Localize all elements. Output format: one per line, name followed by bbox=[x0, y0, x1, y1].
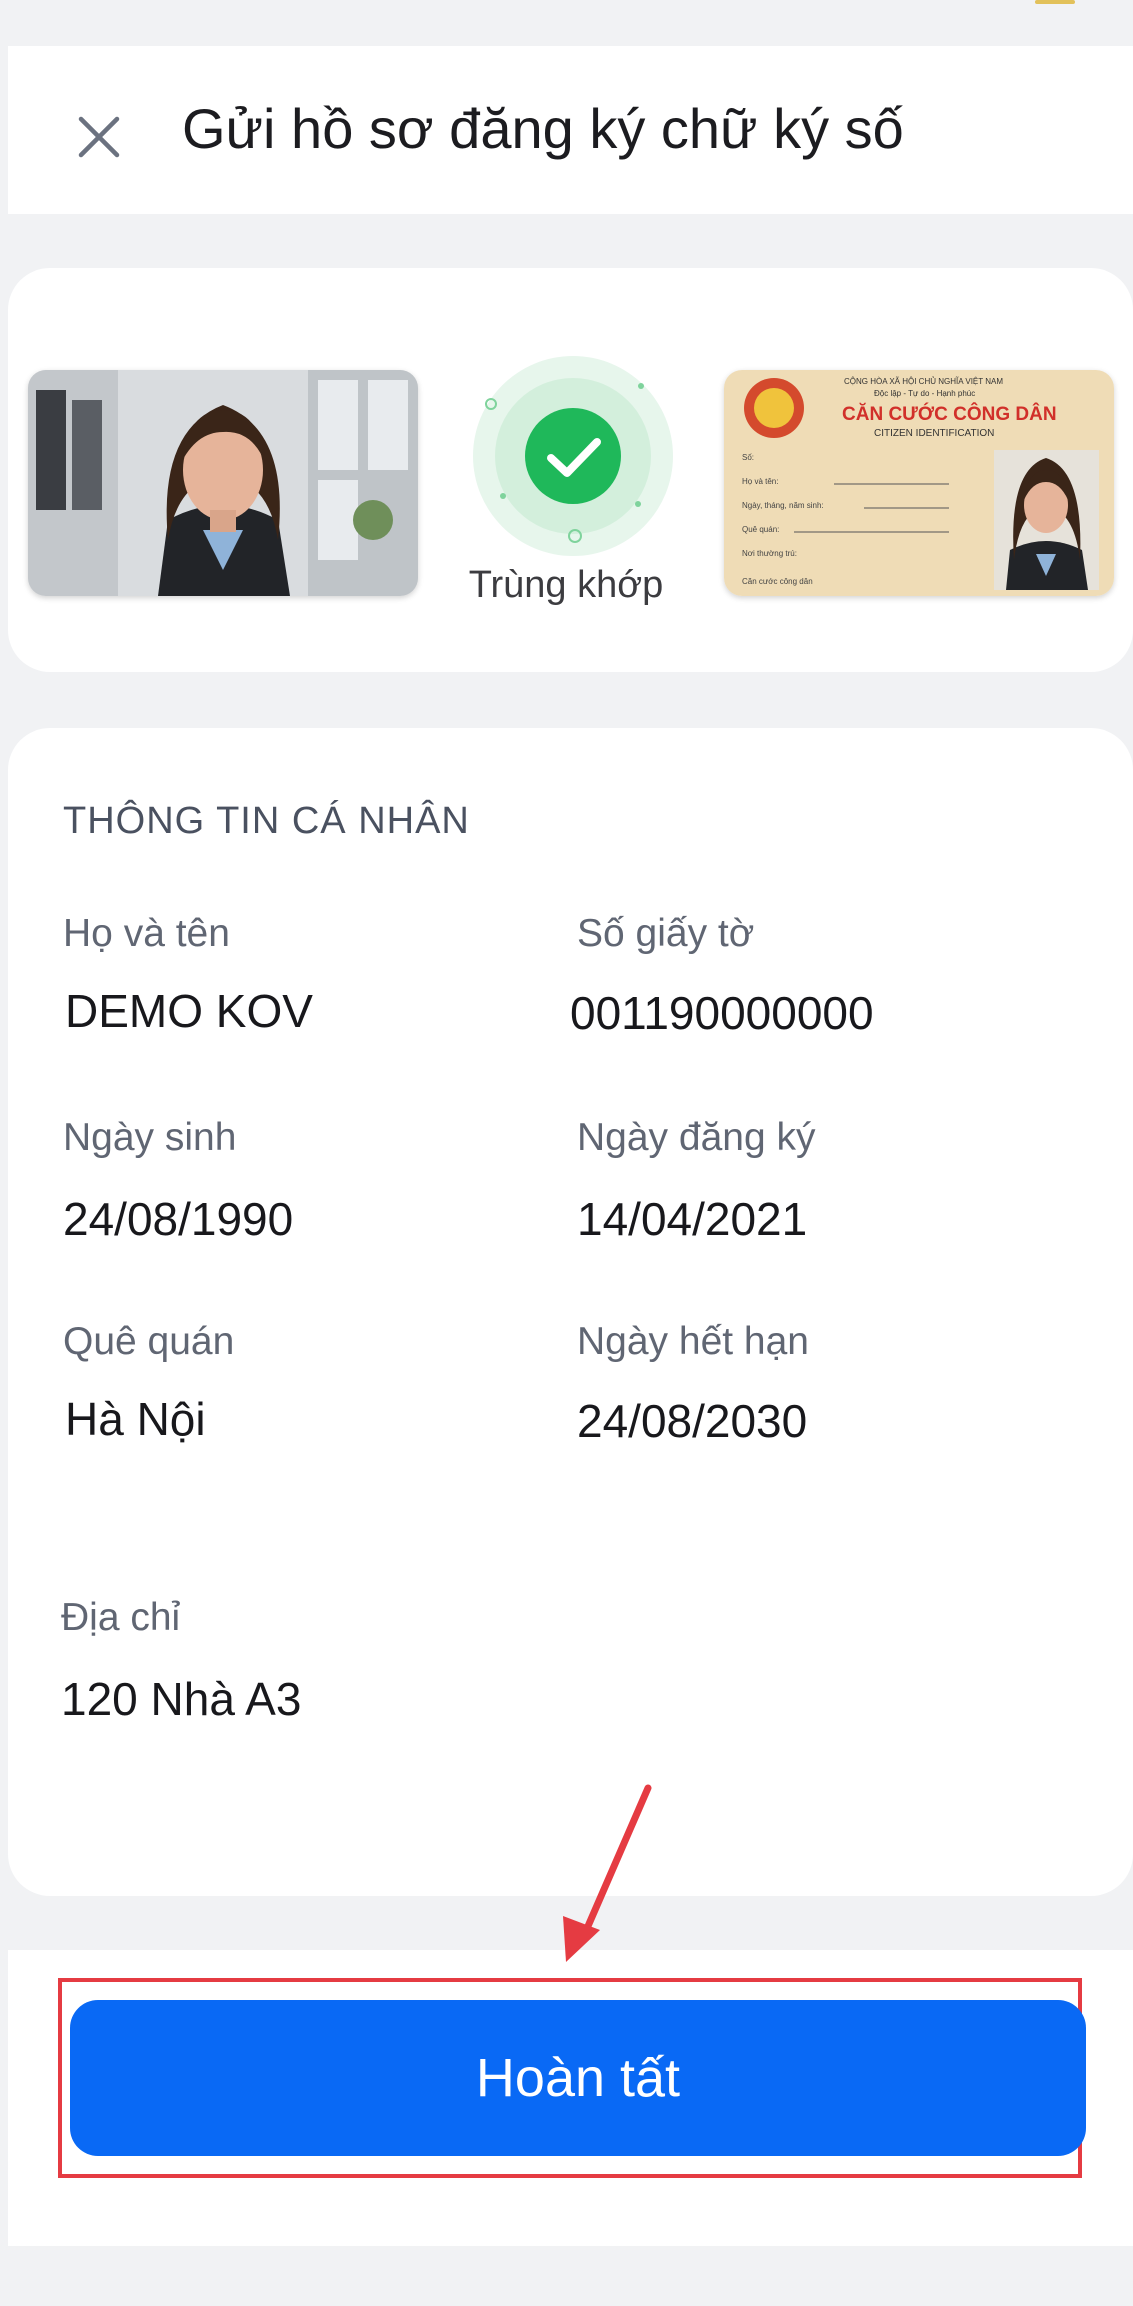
id-card-field: Quê quán: bbox=[742, 525, 779, 534]
match-label: Trùng khớp bbox=[468, 564, 664, 606]
reg-date-value: 14/04/2021 bbox=[577, 1193, 808, 1245]
full-name-value: DEMO KOV bbox=[65, 985, 313, 1037]
personal-info-card: THÔNG TIN CÁ NHÂN Họ và tên DEMO KOV Số … bbox=[8, 728, 1133, 1896]
section-title: THÔNG TIN CÁ NHÂN bbox=[63, 800, 470, 842]
status-strip bbox=[0, 0, 1133, 46]
close-icon bbox=[78, 116, 120, 158]
footer-bar: Hoàn tất bbox=[8, 1950, 1133, 2246]
doc-number-value: 001190000000 bbox=[570, 987, 874, 1039]
expiry-label: Ngày hết hạn bbox=[577, 1320, 810, 1363]
status-indicator bbox=[1035, 0, 1075, 4]
id-card-image: CỘNG HÒA XÃ HỘI CHỦ NGHĨA VIỆT NAM Độc l… bbox=[724, 370, 1114, 596]
dob-value: 24/08/1990 bbox=[63, 1193, 294, 1245]
full-name-label: Họ và tên bbox=[63, 912, 230, 955]
dob-label: Ngày sinh bbox=[63, 1116, 237, 1159]
close-button[interactable] bbox=[63, 101, 135, 173]
id-card-footer: Căn cước công dân bbox=[742, 577, 813, 586]
id-card-subtitle: CITIZEN IDENTIFICATION bbox=[874, 428, 994, 439]
complete-button[interactable]: Hoàn tất bbox=[70, 2000, 1086, 2156]
selfie-photo bbox=[28, 370, 418, 596]
verification-card: Trùng khớp CỘNG HÒA XÃ HỘI CHỦ NGHĨA VIỆ… bbox=[8, 268, 1133, 672]
page-title: Gửi hồ sơ đăng ký chữ ký số bbox=[182, 97, 904, 160]
id-card-field: Nơi thường trú: bbox=[742, 549, 797, 558]
expiry-value: 24/08/2030 bbox=[577, 1395, 808, 1447]
id-card-heading: CỘNG HÒA XÃ HỘI CHỦ NGHĨA VIỆT NAM bbox=[844, 377, 1003, 386]
app-header: Gửi hồ sơ đăng ký chữ ký số bbox=[8, 46, 1133, 214]
hometown-label: Quê quán bbox=[63, 1320, 235, 1363]
check-circle-icon bbox=[473, 356, 673, 556]
id-card-field: Họ và tên: bbox=[742, 477, 778, 486]
doc-number-label: Số giấy tờ bbox=[577, 912, 755, 955]
reg-date-label: Ngày đăng ký bbox=[577, 1116, 816, 1159]
id-card-field: Ngày, tháng, năm sinh: bbox=[742, 501, 824, 510]
id-card-field: Số: bbox=[742, 453, 754, 462]
id-card-title: CĂN CƯỚC CÔNG DÂN bbox=[842, 403, 1057, 425]
address-value: 120 Nhà A3 bbox=[61, 1673, 302, 1725]
id-card-motto: Độc lập - Tự do - Hạnh phúc bbox=[874, 389, 975, 398]
hometown-value: Hà Nội bbox=[65, 1393, 206, 1445]
address-label: Địa chỉ bbox=[61, 1596, 181, 1639]
